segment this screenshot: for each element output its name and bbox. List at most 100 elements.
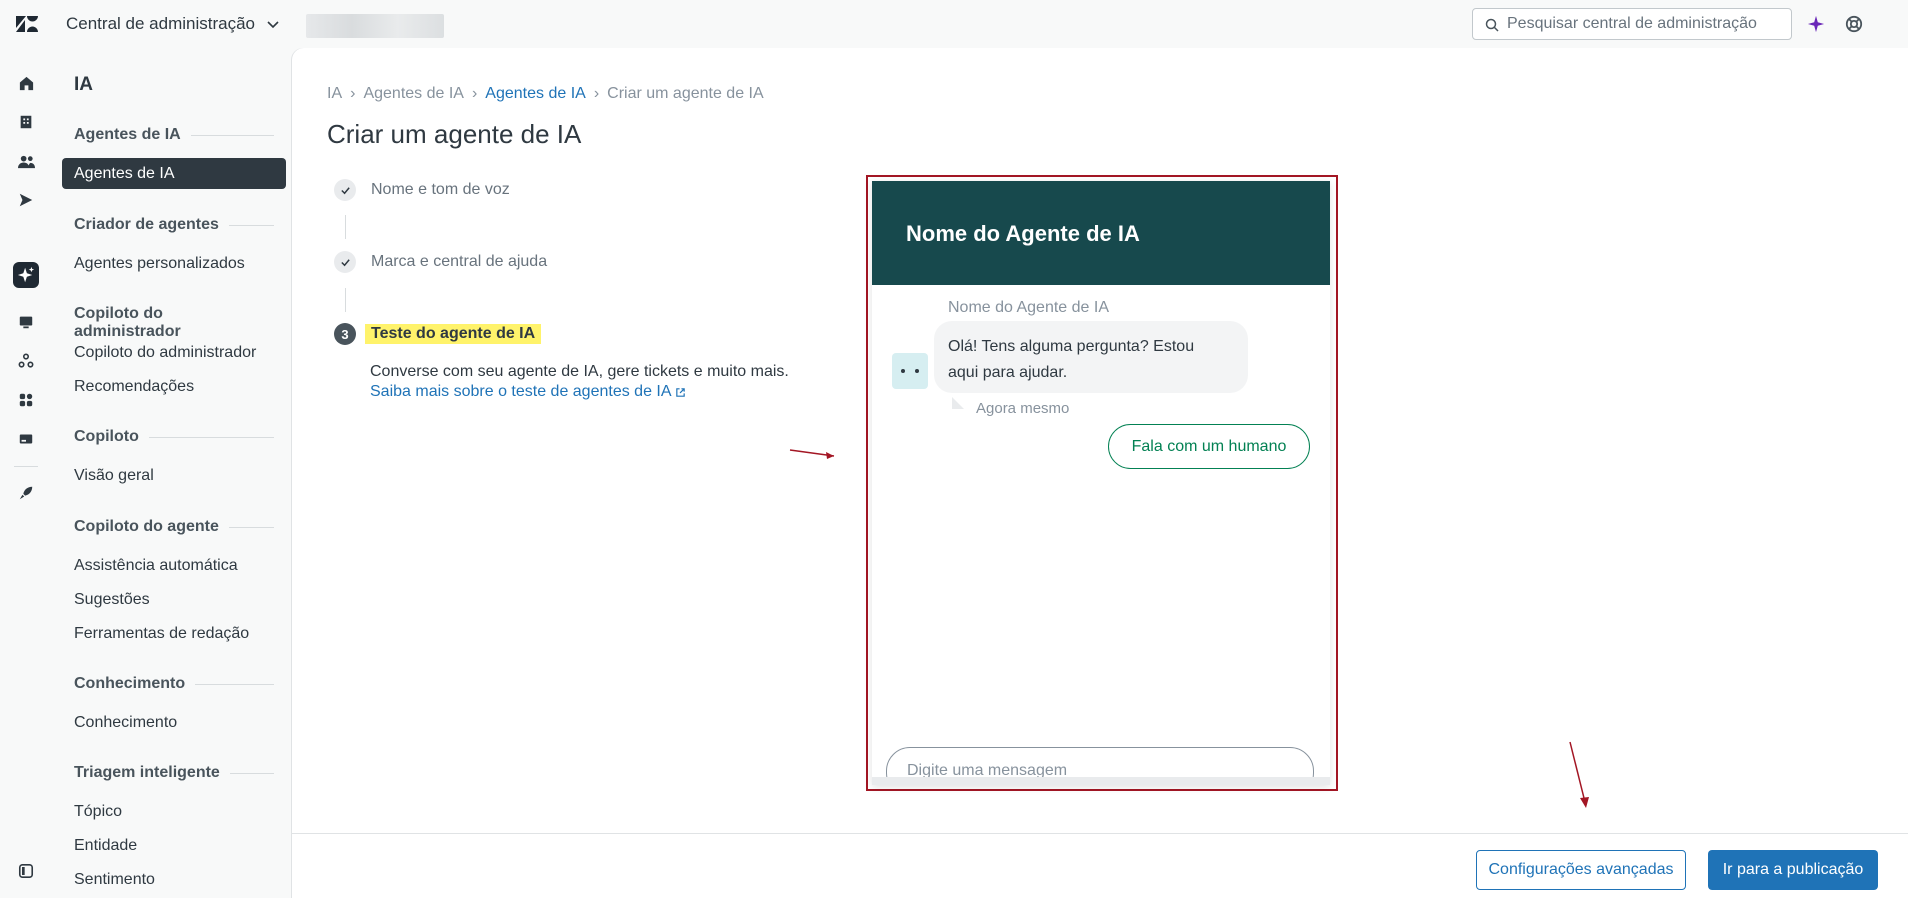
product-switcher[interactable]: Central de administração [66, 14, 281, 34]
nav-group-label: Triagem inteligente [74, 764, 220, 781]
nav-group-copiloto-admin: Copiloto do administrador [74, 305, 274, 341]
chevron-down-icon [267, 21, 279, 29]
search-input[interactable]: Pesquisar central de administração [1472, 8, 1792, 40]
annotation-arrow-down [1569, 741, 1589, 808]
zendesk-logo-icon[interactable] [14, 14, 38, 34]
breadcrumb-current: Criar um agente de IA [607, 85, 764, 102]
breadcrumb-separator: › [593, 85, 600, 102]
breadcrumb-ia[interactable]: IA [327, 85, 342, 103]
step-label: Marca e central de ajuda [371, 253, 548, 270]
secondary-nav: IA Agentes de IA Agentes de IA Criador d… [52, 48, 292, 898]
nav-group-agentes-ia: Agentes de IA [74, 126, 274, 144]
bot-message-line: Olá! Tens alguma pergunta? Estou [948, 338, 1195, 355]
nav-group-triagem: Triagem inteligente [74, 764, 274, 782]
step-number: 3 [334, 323, 356, 345]
rocket-icon[interactable] [13, 480, 39, 506]
advanced-settings-button[interactable]: Configurações avançadas [1476, 850, 1686, 890]
nav-group-divider [229, 772, 274, 774]
people-icon[interactable] [13, 148, 39, 174]
go-to-publish-button[interactable]: Ir para a publicação [1708, 850, 1878, 890]
footer-actions: Configurações avançadas Ir para a public… [292, 833, 1908, 898]
nav-group-divider [190, 134, 274, 136]
nav-item-agentes-personalizados[interactable]: Agentes personalizados [62, 248, 286, 279]
nav-title: IA [74, 74, 93, 95]
message-tail [952, 397, 964, 409]
external-link-icon [675, 387, 685, 397]
search-icon [1485, 18, 1499, 32]
step-description: Converse com seu agente de IA, gere tick… [370, 362, 789, 402]
home-icon[interactable] [13, 70, 39, 96]
step-test-agent[interactable]: 3 Teste do agente de IA [334, 323, 542, 345]
account-billing-icon[interactable] [13, 426, 39, 452]
icon-rail [0, 48, 52, 898]
nav-group-label: Criador de agentes [74, 216, 219, 233]
bot-name: Nome do Agente de IA [948, 299, 1109, 316]
checkmark-icon [334, 179, 356, 201]
nav-group-label: Conhecimento [74, 675, 186, 692]
building-icon[interactable] [13, 109, 39, 135]
nav-group-label: Copiloto [74, 428, 139, 445]
bot-avatar-icon [892, 353, 928, 389]
breadcrumb-separator: › [350, 85, 356, 102]
nav-group-copiloto: Copiloto [74, 428, 274, 446]
nav-item-visao-geral[interactable]: Visão geral [62, 460, 286, 491]
page-title: Criar um agente de IA [327, 119, 582, 149]
apps-grid-icon[interactable] [13, 387, 39, 413]
annotation-highlight-frame: Nome do Agente de IA Nome do Agente de I… [866, 175, 1338, 791]
step-label-current: Teste do agente de IA [365, 324, 542, 344]
nav-group-label: Copiloto do administrador [74, 305, 181, 340]
step-label: Nome e tom de voz [371, 181, 510, 198]
search-placeholder: Pesquisar central de administração [1507, 15, 1757, 32]
help-lifebuoy-icon[interactable] [1843, 13, 1865, 35]
account-name-redacted [306, 14, 444, 38]
main-content: IA › Agentes de IA › Agentes de IA › Cri… [292, 48, 1908, 898]
collapse-sidebar-icon[interactable] [13, 858, 39, 884]
breadcrumb: IA › Agentes de IA › Agentes de IA › Cri… [327, 85, 764, 103]
step-brand-help-center[interactable]: Marca e central de ajuda [334, 251, 547, 273]
nav-group-copiloto-agente: Copiloto do agente [74, 518, 274, 536]
nav-group-divider [148, 436, 274, 438]
rail-divider [14, 466, 38, 467]
chat-widget-preview: Nome do Agente de IA Nome do Agente de I… [872, 181, 1330, 785]
annotation-arrow-right [789, 449, 835, 459]
widget-header: Nome do Agente de IA [872, 181, 1330, 285]
step-description-text: Converse com seu agente de IA, gere tick… [370, 363, 789, 380]
nav-group-conhecimento: Conhecimento [74, 675, 274, 693]
nav-item-copiloto-administrador[interactable]: Copiloto do administrador [62, 337, 286, 368]
send-icon[interactable] [13, 187, 39, 213]
checkmark-icon [334, 251, 356, 273]
learn-more-link[interactable]: Saiba mais sobre o teste de agentes de I… [370, 382, 686, 402]
breadcrumb-separator: › [471, 85, 478, 102]
widget-header-title: Nome do Agente de IA [906, 221, 1140, 246]
nav-item-entidade[interactable]: Entidade [62, 830, 286, 861]
message-timestamp: Agora mesmo [976, 400, 1070, 417]
nav-item-topico[interactable]: Tópico [62, 796, 286, 827]
nav-item-conhecimento[interactable]: Conhecimento [62, 707, 286, 738]
step-connector [345, 288, 346, 312]
product-name: Central de administração [66, 14, 255, 33]
top-bar: Central de administração Pesquisar centr… [0, 0, 1908, 48]
objects-rules-icon[interactable] [13, 348, 39, 374]
nav-item-ferramentas-redacao[interactable]: Ferramentas de redação [62, 618, 286, 649]
bot-message-bubble: Olá! Tens alguma pergunta? Estou aqui pa… [934, 321, 1248, 393]
ai-sparkle-icon[interactable] [1805, 13, 1827, 35]
nav-group-label: Agentes de IA [74, 126, 181, 143]
nav-item-sugestoes[interactable]: Sugestões [62, 584, 286, 615]
learn-more-label: Saiba mais sobre o teste de agentes de I… [370, 383, 672, 400]
nav-group-divider [228, 224, 274, 226]
nav-item-sentimento[interactable]: Sentimento [62, 864, 286, 895]
nav-group-criador-agentes: Criador de agentes [74, 216, 274, 234]
nav-item-recomendacoes[interactable]: Recomendações [62, 371, 286, 402]
nav-group-divider [228, 526, 274, 528]
nav-item-assistencia-automatica[interactable]: Assistência automática [62, 550, 286, 581]
workspace-monitor-icon[interactable] [13, 309, 39, 335]
nav-item-agentes-ia[interactable]: Agentes de IA [62, 158, 286, 189]
step-connector [345, 215, 346, 239]
nav-group-label: Copiloto do agente [74, 518, 219, 535]
ai-icon[interactable] [13, 262, 39, 288]
breadcrumb-agentes-ia-link[interactable]: Agentes de IA [485, 85, 586, 103]
breadcrumb-agentes-ia[interactable]: Agentes de IA [363, 85, 464, 103]
talk-to-human-button[interactable]: Fala com um humano [1108, 424, 1310, 469]
step-name-tone[interactable]: Nome e tom de voz [334, 179, 510, 201]
nav-group-divider [195, 683, 274, 685]
